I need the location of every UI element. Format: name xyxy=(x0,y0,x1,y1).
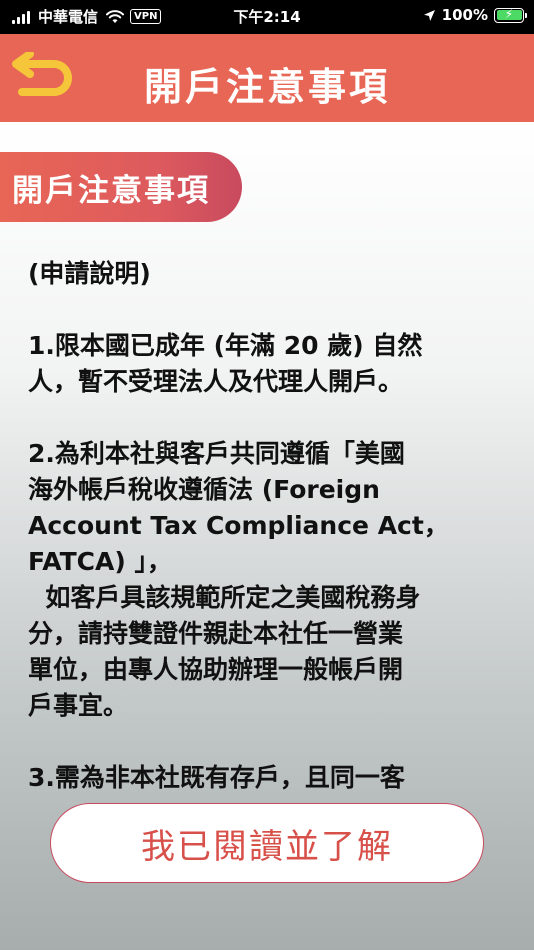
status-right: 100% ⚡ xyxy=(423,6,527,24)
notice-line: 如客戶具該規範所定之美國稅務身 xyxy=(28,583,421,612)
section-tab: 開戶注意事項 xyxy=(0,152,242,222)
nav-bar: 開戶注意事項 xyxy=(0,34,534,122)
notice-line: 2.為利本社與客戶共同遵循「美國 xyxy=(28,439,405,468)
notice-line: 人，暫不受理法人及代理人開戶。 xyxy=(28,367,404,396)
status-bar: 中華電信 VPN 下午2:14 100% ⚡ xyxy=(0,0,534,34)
notice-line xyxy=(28,400,508,436)
notice-line: 戶事宜。 xyxy=(28,691,129,720)
content-area[interactable]: 開戶注意事項 (申請說明) 1.限本國已成年 (年滿 20 歲) 自然 人，暫不… xyxy=(0,122,534,950)
notice-text[interactable]: (申請說明) 1.限本國已成年 (年滿 20 歲) 自然 人，暫不受理法人及代理… xyxy=(28,256,508,796)
notice-line: 海外帳戶稅收遵循法 (Foreign xyxy=(28,475,380,504)
notice-line: 3.需為非本社既有存戶，且同一客 xyxy=(28,763,405,792)
notice-line xyxy=(28,292,508,328)
notice-line xyxy=(28,724,508,760)
notice-line: 1.限本國已成年 (年滿 20 歲) 自然 xyxy=(28,331,423,360)
confirm-read-button[interactable]: 我已閱讀並了解 xyxy=(50,803,484,883)
page-title: 開戶注意事項 xyxy=(143,65,390,109)
location-arrow-icon xyxy=(423,9,435,21)
section-tab-label: 開戶注意事項 xyxy=(12,172,210,209)
battery-charging-icon: ⚡ xyxy=(494,7,527,23)
confirm-read-button-label: 我已閱讀並了解 xyxy=(141,826,393,867)
notice-line: (申請說明) xyxy=(28,259,151,288)
notice-line: 單位，由專人協助辦理一般帳戶開 xyxy=(28,655,404,684)
battery-percent: 100% xyxy=(441,6,488,24)
notice-line: FATCA) 」， xyxy=(28,547,172,576)
notice-line: 分，請持雙證件親赴本社任一營業 xyxy=(28,619,404,648)
notice-line: Account Tax Compliance Act， xyxy=(28,511,449,540)
